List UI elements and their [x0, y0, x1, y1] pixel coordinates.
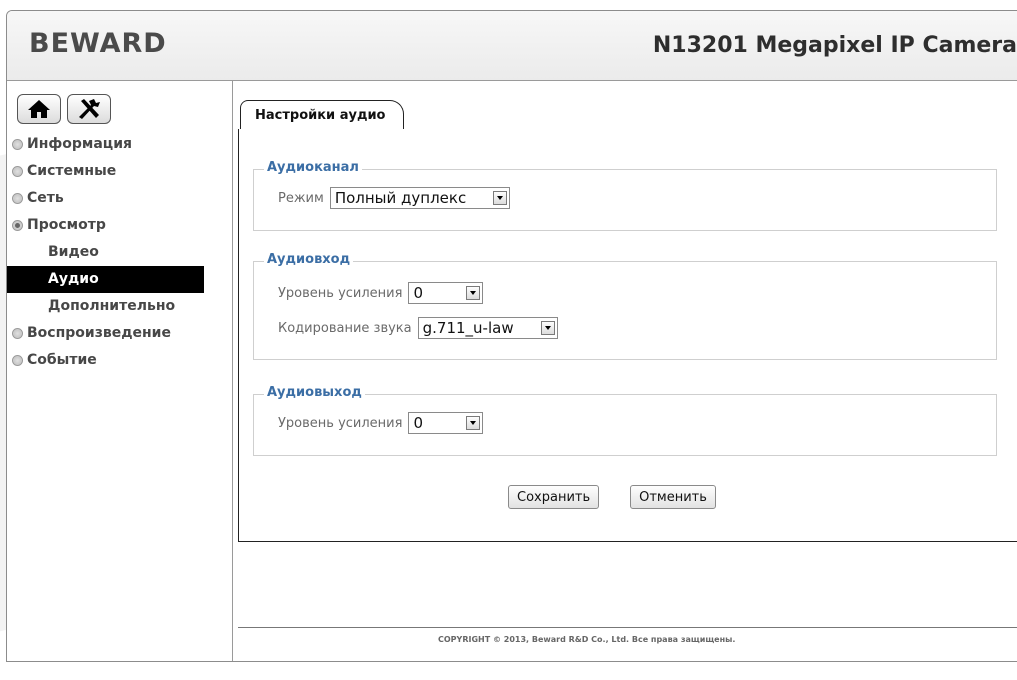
codec-row: Кодирование звука g.711_u-law — [278, 317, 558, 339]
input-gain-label: Уровень усиления — [278, 285, 403, 301]
sidebar-subitem-audio[interactable]: Аудио — [7, 266, 204, 293]
chevron-down-icon — [540, 321, 555, 335]
sidebar-item-view[interactable]: Просмотр — [7, 212, 232, 239]
header: BEWARD N13201 Megapixel IP Camera — [7, 11, 1017, 81]
save-button[interactable]: Сохранить — [508, 485, 600, 509]
sidebar-item-playback[interactable]: Воспроизведение — [7, 320, 232, 347]
sidebar: Информация Системные Сеть Просмотр Видео… — [7, 81, 233, 661]
camera-model-title: N13201 Megapixel IP Camera — [652, 33, 1017, 58]
sidebar-item-label: Сеть — [27, 190, 64, 206]
sidebar-subitem-video[interactable]: Видео — [7, 239, 232, 266]
beward-logo: BEWARD — [29, 28, 167, 59]
settings-button[interactable] — [67, 94, 111, 124]
bullet-open-icon — [12, 220, 23, 231]
sidebar-item-event[interactable]: Событие — [7, 347, 232, 374]
sidebar-item-system[interactable]: Системные — [7, 158, 232, 185]
sidebar-item-info[interactable]: Информация — [7, 131, 232, 158]
sidebar-icon-buttons — [17, 94, 111, 124]
audio-channel-legend: Аудиоканал — [264, 160, 362, 175]
chevron-down-icon — [466, 286, 481, 300]
mode-label: Режим — [278, 190, 324, 206]
sidebar-nav: Информация Системные Сеть Просмотр Видео… — [7, 131, 232, 374]
mode-value: Полный дуплекс — [334, 189, 467, 207]
mode-select[interactable]: Полный дуплекс — [329, 187, 510, 209]
mode-row: Режим Полный дуплекс — [278, 187, 510, 209]
audio-output-legend: Аудиовыход — [264, 385, 365, 400]
sidebar-item-network[interactable]: Сеть — [7, 185, 232, 212]
output-gain-value: 0 — [413, 414, 423, 432]
audio-input-group: Аудиовход Уровень усиления 0 Кодирование… — [253, 252, 997, 360]
form-actions: Сохранить Отменить — [508, 485, 716, 509]
sidebar-item-label: Событие — [27, 352, 97, 368]
tab-bar: Настройки аудио — [238, 100, 1017, 130]
home-button[interactable] — [17, 94, 61, 124]
sidebar-item-label: Информация — [27, 136, 132, 152]
bullet-icon — [12, 166, 23, 177]
sidebar-item-label: Воспроизведение — [27, 325, 171, 341]
footer: COPYRIGHT © 2013, Beward R&D Co., Ltd. В… — [238, 627, 1017, 658]
chevron-down-icon — [492, 191, 507, 205]
cancel-button[interactable]: Отменить — [630, 485, 716, 509]
audio-channel-group: Аудиоканал Режим Полный дуплекс — [253, 160, 997, 231]
codec-select[interactable]: g.711_u-law — [417, 317, 558, 339]
audio-input-legend: Аудиовход — [264, 252, 354, 267]
copyright-text: COPYRIGHT © 2013, Beward R&D Co., Ltd. В… — [438, 635, 736, 644]
tools-icon — [79, 99, 100, 119]
input-gain-value: 0 — [413, 284, 423, 302]
codec-label: Кодирование звука — [278, 320, 412, 336]
sidebar-item-label: Просмотр — [27, 217, 106, 233]
sidebar-item-label: Системные — [27, 163, 117, 179]
output-gain-select[interactable]: 0 — [408, 412, 484, 434]
output-gain-label: Уровень усиления — [278, 415, 403, 431]
chevron-down-icon — [466, 416, 481, 430]
input-gain-row: Уровень усиления 0 — [278, 282, 484, 304]
bullet-icon — [12, 193, 23, 204]
sidebar-subitem-advanced[interactable]: Дополнительно — [7, 293, 232, 320]
home-icon — [28, 100, 50, 118]
bullet-icon — [12, 328, 23, 339]
input-gain-select[interactable]: 0 — [408, 282, 484, 304]
bullet-icon — [12, 139, 23, 150]
audio-output-group: Аудиовыход Уровень усиления 0 — [253, 385, 997, 456]
output-gain-row: Уровень усиления 0 — [278, 412, 484, 434]
bullet-icon — [12, 355, 23, 366]
codec-value: g.711_u-law — [422, 319, 514, 337]
tab-audio-settings[interactable]: Настройки аудио — [240, 100, 405, 130]
